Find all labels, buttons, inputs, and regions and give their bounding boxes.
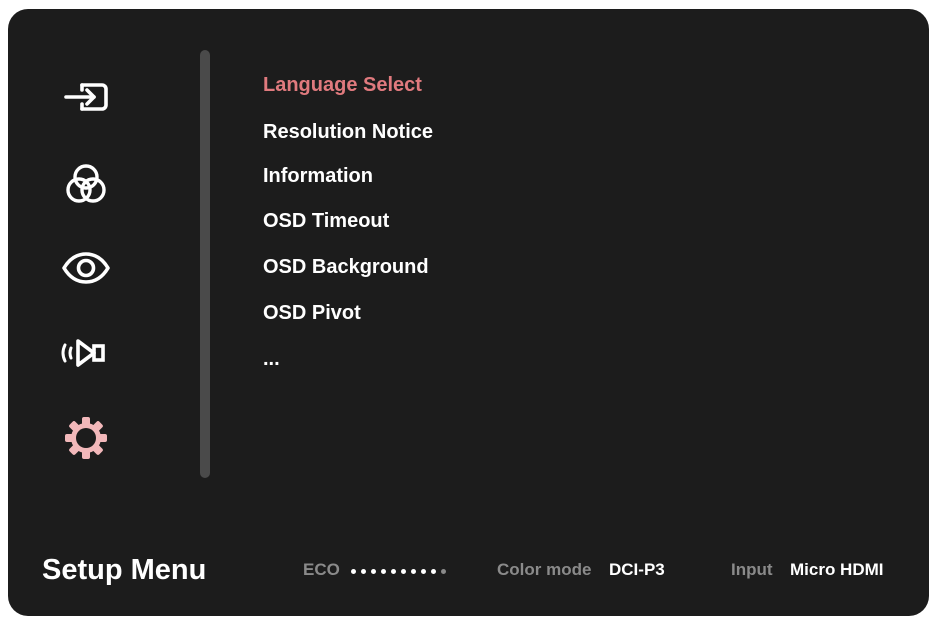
color-icon[interactable] bbox=[58, 157, 114, 213]
color-mode-label: Color mode bbox=[497, 560, 592, 579]
menu-item-resolution-notice[interactable]: Resolution Notice bbox=[263, 120, 433, 144]
eco-dot bbox=[381, 568, 386, 574]
eco-dot bbox=[371, 568, 376, 574]
color-mode-value: DCI-P3 bbox=[609, 560, 665, 579]
menu-item-information[interactable]: Information bbox=[263, 164, 373, 188]
eco-dot bbox=[411, 568, 416, 574]
eco-dot bbox=[391, 568, 396, 574]
eco-level-indicator bbox=[351, 567, 446, 575]
menu-item-osd-background[interactable]: OSD Background bbox=[263, 255, 429, 279]
eco-dot bbox=[401, 568, 406, 574]
menu-item-more[interactable]: ... bbox=[263, 347, 280, 371]
menu-item-language-select[interactable]: Language Select bbox=[263, 73, 422, 97]
osd-panel: Language Select Resolution Notice Inform… bbox=[8, 9, 929, 616]
eye-icon[interactable] bbox=[58, 240, 114, 296]
eco-dot bbox=[431, 568, 436, 574]
eco-dot bbox=[441, 568, 446, 574]
input-icon[interactable] bbox=[58, 69, 114, 125]
gear-icon[interactable] bbox=[58, 410, 114, 466]
menu-item-osd-timeout[interactable]: OSD Timeout bbox=[263, 209, 389, 233]
eco-dot bbox=[351, 568, 356, 574]
input-label: Input bbox=[731, 560, 773, 579]
eco-dot bbox=[361, 568, 366, 574]
eco-dot bbox=[421, 568, 426, 574]
eco-label: ECO bbox=[303, 560, 340, 579]
audio-icon[interactable] bbox=[58, 325, 114, 381]
sidebar-divider bbox=[200, 50, 210, 478]
menu-item-osd-pivot[interactable]: OSD Pivot bbox=[263, 301, 361, 325]
page-title: Setup Menu bbox=[42, 554, 207, 586]
input-value: Micro HDMI bbox=[790, 560, 884, 579]
